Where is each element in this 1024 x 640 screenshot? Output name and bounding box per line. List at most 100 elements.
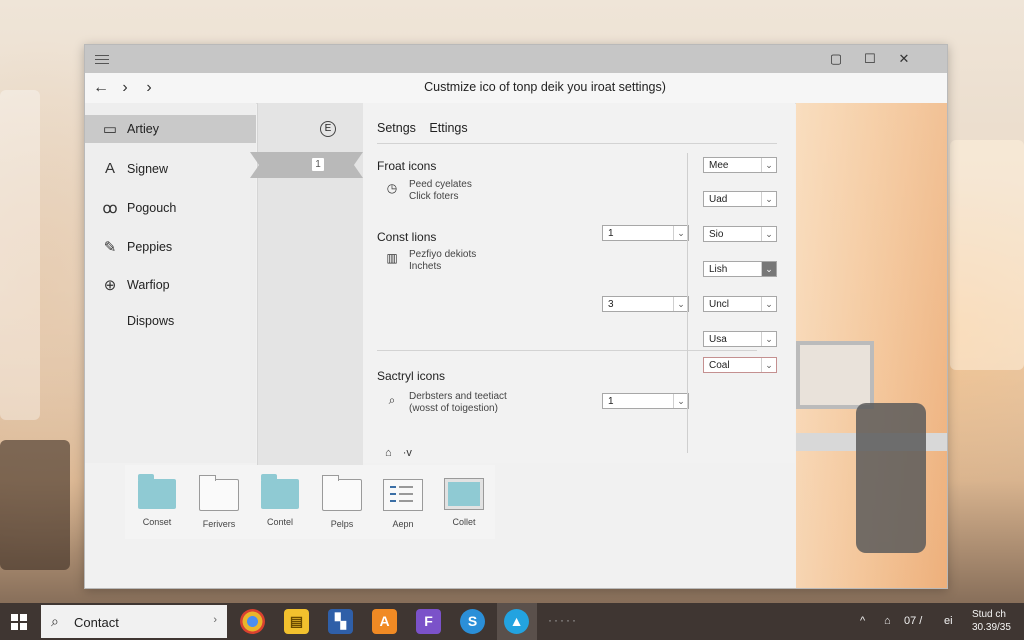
section-heading: Froat icons [377, 159, 437, 173]
setting-description: Derbsters and teetiact (wosst of toigesti… [409, 391, 507, 414]
folder-icon [261, 474, 299, 509]
more-apps-icon[interactable]: ····· [548, 613, 578, 627]
tab-bar: Setngs Ettings [377, 121, 478, 135]
navigation-bar: ← › › Custmize ico of tonp deik you iroa… [85, 73, 947, 104]
back-arrow-icon[interactable]: ← [93, 79, 109, 97]
app-f-icon[interactable]: F [416, 609, 441, 634]
search-text: Contact [74, 615, 119, 630]
folder-icon [138, 474, 176, 509]
dropdown-sio[interactable]: Sio ⌄ [703, 226, 777, 242]
footer-row[interactable]: ⌂ ·v [385, 447, 412, 459]
chevron-right-icon: › [213, 614, 217, 626]
file-item-contel[interactable]: Contel [257, 474, 303, 527]
globe-icon: ⊕ [103, 277, 117, 294]
file-explorer-icon[interactable]: ▤ [284, 609, 309, 634]
office-background-photo [796, 103, 947, 588]
setting-description: Peed cyelates Click foters [409, 179, 472, 202]
file-item-aepn[interactable]: Aepn [380, 479, 426, 529]
chair-silhouette [0, 440, 70, 570]
monitor-shape [796, 341, 874, 409]
dropdown-uad[interactable]: Uad ⌄ [703, 191, 777, 207]
file-item-ferivers[interactable]: Ferivers [196, 475, 242, 529]
clock-icon: ◷ [386, 181, 398, 195]
loop-icon: ꝏ [102, 200, 118, 217]
dropdown-uncl[interactable]: Uncl ⌄ [703, 296, 777, 312]
taskbar-clock[interactable]: Stud ch 30.39/35 [972, 608, 1011, 634]
sidebar-item-pogouch[interactable]: ꝏ Pogouch [85, 194, 256, 222]
clock-line-1: Stud ch [972, 609, 1006, 620]
file-label: Ferivers [202, 519, 236, 529]
dropdown-mee[interactable]: Mee ⌄ [703, 157, 777, 173]
app-a-icon[interactable]: A [372, 609, 397, 634]
skype-icon[interactable]: S [460, 609, 485, 634]
sidebar-item-dispows[interactable]: Dispows [85, 307, 256, 335]
folder-outline-icon [199, 475, 239, 511]
sidebar: ▭ Artiey A Signew ꝏ Pogouch ✎ Peppies ⊕ … [85, 103, 256, 463]
chevron-down-icon: ⌄ [673, 297, 688, 311]
chevron-down-icon: ⌄ [673, 394, 688, 408]
badge-count: 1 [312, 158, 324, 171]
secondary-column: E 1 [250, 103, 363, 465]
sidebar-item-signew[interactable]: A Signew [85, 155, 256, 183]
setting-dropdown[interactable]: 1 ⌄ [602, 393, 689, 409]
forward-chevron-icon-2[interactable]: › [141, 79, 157, 97]
file-label: Collet [452, 517, 476, 527]
sidebar-item-label: Warfiop [127, 278, 170, 292]
file-label: Pelps [330, 519, 354, 529]
home-icon: ⌂ [385, 447, 392, 459]
vertical-divider [687, 153, 688, 453]
folder-outline-icon [322, 475, 362, 511]
section-heading: Sactryl icons [377, 369, 446, 383]
hamburger-menu-icon[interactable] [95, 52, 109, 66]
taskbar-search-box[interactable]: ⌕ Contact › [41, 605, 227, 638]
dropdown-lish[interactable]: Lish ⌄ [703, 261, 777, 277]
title-bar[interactable]: ▢ ☐ ✕ [85, 45, 947, 73]
taskbar: ⌕ Contact › ▤ ▚ A F S ▲ ····· ^ ⌂ 07 / e… [0, 603, 1024, 640]
footer-label: ·v [402, 447, 412, 459]
chevron-down-icon: ⌄ [761, 227, 776, 241]
sidebar-item-artiey[interactable]: ▭ Artiey [85, 115, 256, 143]
file-item-conset[interactable]: Conset [134, 474, 180, 527]
panel-icon: ▭ [102, 121, 118, 138]
start-windows-icon[interactable] [11, 614, 27, 630]
emoji-icon[interactable]: E [320, 121, 336, 137]
file-strip: Conset Ferivers Contel Pelps Aepn Collet [125, 465, 495, 539]
forward-chevron-icon[interactable]: › [117, 79, 133, 97]
sidebar-item-label: Pogouch [127, 201, 177, 215]
file-label: Contel [266, 517, 293, 527]
document-icon [383, 479, 423, 511]
setting-description: Pezfiyo dekiots Inchets [409, 249, 477, 272]
chevron-down-icon: ⌄ [761, 297, 776, 311]
tray-network-icon[interactable]: ⌂ [884, 615, 891, 627]
dropdown-usa[interactable]: Usa ⌄ [703, 331, 777, 347]
chevron-down-icon: ⌄ [761, 332, 776, 346]
columns-icon: ▥ [386, 251, 398, 265]
sidebar-item-warfiop[interactable]: ⊕ Warfiop [85, 271, 256, 299]
maximize-icon[interactable]: ☐ [861, 50, 879, 68]
store-icon[interactable]: ▚ [328, 609, 353, 634]
file-item-collet[interactable]: Collet [441, 478, 487, 527]
dropdown-coal[interactable]: Coal ⌄ [703, 357, 777, 373]
image-icon [444, 478, 484, 510]
tab-setngs[interactable]: Setngs [377, 121, 416, 135]
file-label: Conset [142, 517, 172, 527]
sidebar-item-peppies[interactable]: ✎ Peppies [85, 233, 256, 261]
clock-line-2: 30.39/35 [972, 622, 1011, 633]
app-triangle-icon[interactable]: ▲ [504, 609, 529, 634]
file-item-pelps[interactable]: Pelps [319, 475, 365, 529]
close-icon[interactable]: ✕ [895, 50, 913, 68]
tray-text-2: ei [944, 615, 953, 627]
tray-chevron-icon[interactable]: ^ [860, 615, 865, 627]
wall-window-light [0, 90, 40, 420]
search-icon: ⌕ [388, 393, 396, 407]
restore-icon[interactable]: ▢ [827, 50, 845, 68]
setting-dropdown[interactable]: 1 ⌄ [602, 225, 689, 241]
sidebar-item-label: Signew [127, 162, 168, 176]
tab-ettings[interactable]: Ettings [429, 121, 467, 135]
font-icon: A [104, 160, 115, 177]
chair-shape [856, 403, 926, 553]
setting-dropdown[interactable]: 3 ⌄ [602, 296, 689, 312]
selected-ribbon[interactable]: 1 [250, 152, 363, 178]
chrome-icon[interactable] [240, 609, 265, 634]
tray-text-1: 07 / [904, 615, 923, 627]
